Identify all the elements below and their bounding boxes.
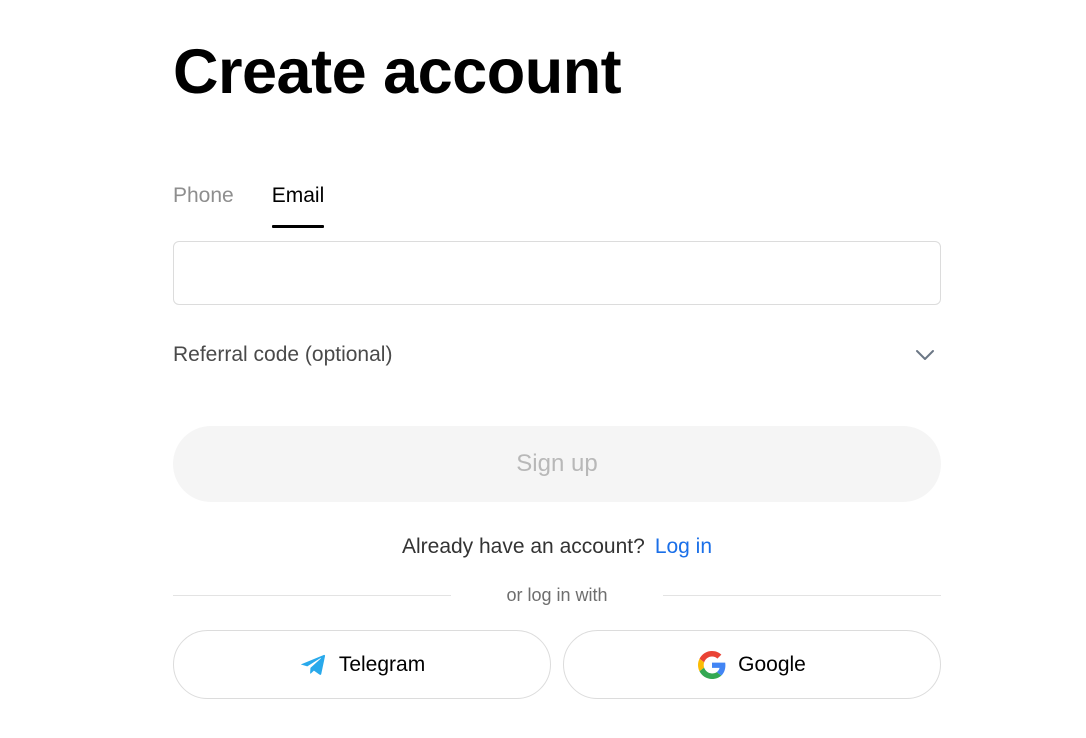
email-input[interactable]	[173, 241, 941, 305]
chevron-down-icon	[916, 350, 934, 360]
referral-code-toggle[interactable]: Referral code (optional)	[173, 336, 941, 374]
tab-phone[interactable]: Phone	[173, 182, 234, 228]
page-title: Create account	[173, 37, 622, 107]
telegram-label: Telegram	[338, 652, 426, 676]
social-divider: or log in with	[173, 582, 941, 608]
login-prompt-text: Already have an account?	[401, 535, 645, 558]
signup-method-tabs: Phone Email	[173, 182, 324, 228]
referral-code-label: Referral code (optional)	[173, 343, 393, 366]
sign-up-button[interactable]: Sign up	[173, 426, 941, 502]
telegram-login-button[interactable]: Telegram	[173, 630, 551, 699]
telegram-icon	[300, 654, 325, 675]
tab-email[interactable]: Email	[271, 182, 324, 228]
google-icon	[698, 650, 726, 679]
log-in-link[interactable]: Log in	[655, 535, 712, 558]
google-label: Google	[738, 652, 806, 676]
login-prompt: Already have an account? Log in	[173, 532, 941, 562]
google-login-button[interactable]: Google	[563, 630, 941, 699]
divider-line-right	[663, 595, 941, 596]
create-account-page: Create account Phone Email Referral code…	[0, 0, 1086, 738]
